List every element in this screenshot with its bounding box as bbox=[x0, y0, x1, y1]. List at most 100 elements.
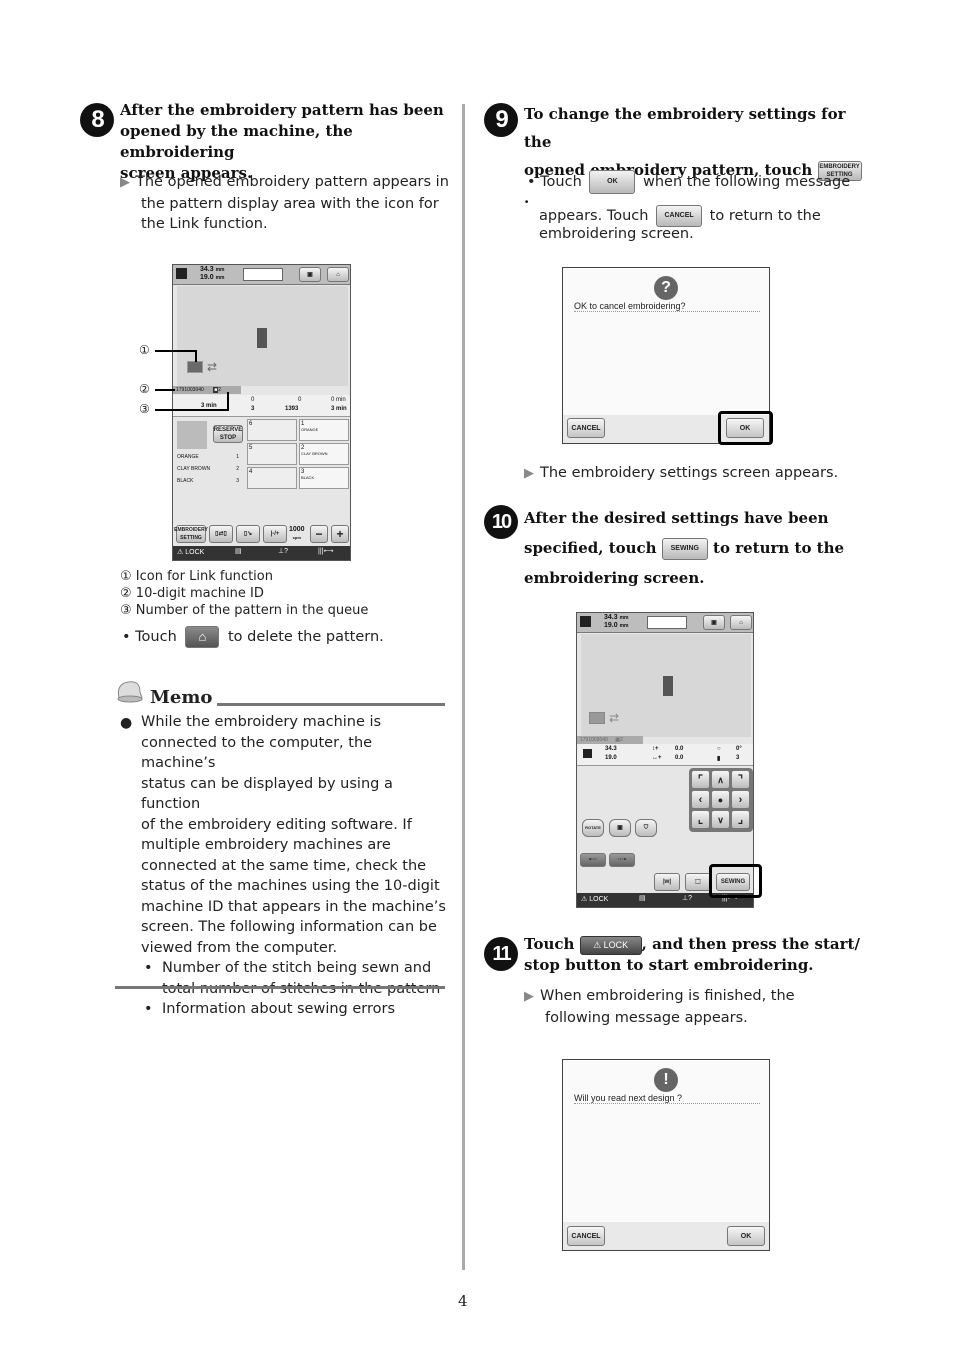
memo-title: Memo bbox=[150, 687, 213, 708]
link-computer-icon bbox=[589, 712, 605, 724]
pattern-thumbnail bbox=[663, 676, 673, 696]
start-point-button[interactable]: •··· bbox=[580, 853, 606, 867]
home-button[interactable]: ⌂ bbox=[730, 615, 752, 630]
list-icon[interactable]: ▤ bbox=[639, 894, 646, 902]
offset-v: 0.0 bbox=[675, 746, 684, 752]
frame-check-button[interactable]: ⬚ bbox=[685, 873, 711, 891]
next-design-dialog: ! Will you read next design ? CANCEL OK bbox=[562, 1059, 770, 1251]
home-button[interactable]: ⌂ bbox=[327, 267, 349, 282]
move-up-left-button[interactable]: ⌜ bbox=[691, 770, 710, 789]
memo-line: status of the machines using the 10-digi… bbox=[141, 878, 440, 894]
result-arrow-icon: ▶ bbox=[120, 175, 130, 190]
needle-button[interactable]: |w| bbox=[654, 873, 680, 891]
home-icon: ⌂ bbox=[185, 626, 220, 648]
thread-row: CLAY BROWN 2 bbox=[177, 466, 239, 472]
border-button[interactable]: ⛉ bbox=[635, 819, 657, 837]
spool-6[interactable]: 6 bbox=[247, 419, 297, 441]
callout-1-line bbox=[155, 350, 197, 352]
bottom-bar: ⚠ LOCK ▤ ⊥? |||⟷ bbox=[173, 546, 350, 560]
heading-line: Touch ⚠ LOCK, and then press the start/ bbox=[524, 935, 860, 955]
move-right-button[interactable]: › bbox=[731, 790, 750, 809]
vertical-offset-icon: ↕+ bbox=[652, 746, 659, 752]
spool-5[interactable]: 5 bbox=[247, 443, 297, 465]
stitch-bottom: 1393 bbox=[285, 406, 299, 412]
info-bar: 34.3 19.0 ↕+ ↔+ 0.0 0.0 ○ ▮ 0° 3 bbox=[577, 744, 753, 766]
wifi-button[interactable]: ▣ bbox=[703, 615, 725, 630]
callout-2-line bbox=[155, 389, 175, 391]
move-left-button[interactable]: ‹ bbox=[691, 790, 710, 809]
queue-number: 2 bbox=[619, 737, 623, 743]
move-up-button[interactable]: ∧ bbox=[711, 770, 730, 789]
color-count-top: 0 bbox=[251, 397, 255, 403]
embroidery-setting-button[interactable]: EMBROIDERY SETTING bbox=[174, 525, 208, 543]
heading-line: After the desired settings have been bbox=[524, 509, 829, 527]
question-icon: ? bbox=[654, 276, 678, 300]
memo-line: viewed from the computer. bbox=[141, 939, 338, 956]
cancel-button[interactable]: CANCEL bbox=[567, 418, 605, 438]
reserve-stop-button[interactable]: RESERVE STOP bbox=[213, 425, 243, 443]
step-9-result: ▶ The embroidery settings screen appears. bbox=[524, 465, 839, 481]
help-icon[interactable]: ⊥? bbox=[278, 547, 288, 555]
legend: ① Icon for Link function ② 10-digit mach… bbox=[120, 568, 368, 619]
move-up-right-button[interactable]: ⌝ bbox=[731, 770, 750, 789]
spool-3[interactable]: 3 BLACK bbox=[299, 467, 349, 489]
lock-button[interactable]: ⚠ LOCK bbox=[581, 895, 608, 903]
memo-line: screen. The following information can be bbox=[141, 919, 437, 935]
spool-1[interactable]: 1 ORANGE bbox=[299, 419, 349, 441]
lock-button[interactable]: ⚠ LOCK bbox=[177, 548, 204, 556]
rotate-button[interactable]: ROTATE bbox=[582, 819, 604, 837]
machine-id-bar: 1791003040 ■2 bbox=[173, 386, 241, 394]
move-down-button[interactable]: ∨ bbox=[711, 810, 730, 829]
memo-text: While the embroidery machine is connected… bbox=[120, 712, 450, 958]
size-icon bbox=[176, 268, 187, 279]
help-icon[interactable]: ⊥? bbox=[682, 894, 692, 902]
queue-number: 2 bbox=[218, 387, 222, 393]
step-8-result: ▶ The opened embroidery pattern appears i… bbox=[120, 172, 455, 235]
speed-minus-button[interactable]: − bbox=[310, 525, 328, 543]
bullet-icon: ● bbox=[120, 715, 133, 731]
machine-id: 1791003040 bbox=[176, 387, 204, 393]
thread-change-button[interactable]: ▯⇄▯ bbox=[209, 525, 233, 543]
step-10-heading: After the desired settings have been spe… bbox=[524, 503, 864, 593]
list-icon[interactable]: ▤ bbox=[235, 547, 242, 555]
stitch-jump-button[interactable]: |-/+ bbox=[263, 525, 287, 543]
move-pad: ⌜ ∧ ⌝ ‹ ● › ⌞ ∨ ⌟ bbox=[689, 768, 753, 832]
pattern-preview bbox=[177, 421, 207, 449]
memo-line: connected at the same time, check the bbox=[141, 857, 427, 874]
machine-id-bar: 1791003040 ▦2 bbox=[577, 736, 643, 744]
end-point-button[interactable]: ···• bbox=[609, 853, 635, 867]
tension-icon[interactable]: |||⟷ bbox=[318, 547, 334, 555]
pattern-thumbnail bbox=[257, 328, 267, 348]
angle: 0° bbox=[736, 746, 742, 752]
legend-item: ② 10-digit machine ID bbox=[120, 586, 264, 601]
size-readout: 34.3 mm 19.0 mm bbox=[200, 266, 225, 281]
step-11-heading: Touch ⚠ LOCK, and then press the start/ … bbox=[524, 934, 864, 976]
move-down-right-button[interactable]: ⌟ bbox=[731, 810, 750, 829]
thread-cut-button[interactable]: ▯↘ bbox=[236, 525, 260, 543]
sewing-button-icon: SEWING bbox=[661, 538, 708, 560]
spool-2[interactable]: 2 CLAY BROWN bbox=[299, 443, 349, 465]
ok-button[interactable]: OK bbox=[727, 1226, 765, 1246]
memo-line: of the embroidery editing software. If bbox=[141, 816, 412, 833]
rotate-icon: ○ bbox=[717, 746, 721, 752]
speed-plus-button[interactable]: + bbox=[331, 525, 349, 543]
machine-id: 1791003040 bbox=[580, 737, 608, 743]
move-down-left-button[interactable]: ⌞ bbox=[691, 810, 710, 829]
center-button[interactable]: ● bbox=[711, 790, 730, 809]
lock-button-icon: ⚠ LOCK bbox=[579, 935, 642, 955]
spool-4[interactable]: 4 bbox=[247, 467, 297, 489]
step-9-bullet: • Touch OK when the following message ap… bbox=[527, 165, 857, 241]
trial-button[interactable]: ▣ bbox=[609, 819, 631, 837]
size-h: 34.3 bbox=[605, 746, 617, 752]
cancel-button[interactable]: CANCEL bbox=[567, 1226, 605, 1246]
spool-icon: ▮ bbox=[717, 756, 721, 762]
result-line: following message appears. bbox=[545, 1009, 748, 1026]
step-11-result: ▶ When embroidering is finished, the foll… bbox=[524, 986, 854, 1028]
stitch-top: 0 bbox=[298, 397, 302, 403]
sewing-highlight bbox=[709, 864, 762, 898]
result-arrow-icon: ▶ bbox=[524, 989, 534, 1004]
delete-pattern-note: • Touch ⌂ to delete the pattern. bbox=[122, 626, 384, 648]
embroidering-screen: 34.3 mm 19.0 mm ▣ ⌂ ⇄ 1791003040 ■2 3 mi… bbox=[172, 264, 351, 561]
wifi-button[interactable]: ▣ bbox=[299, 267, 321, 282]
heading-line: stop button to start embroidering. bbox=[524, 956, 814, 974]
